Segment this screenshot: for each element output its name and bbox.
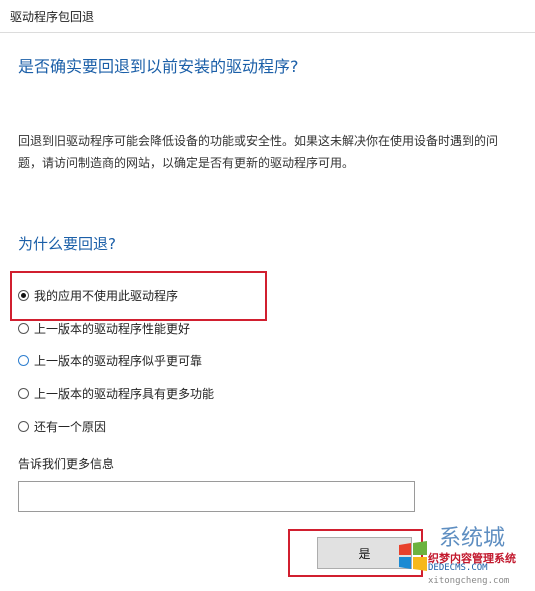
reason-option-label: 还有一个原因: [34, 419, 107, 434]
radio-icon[interactable]: [18, 420, 29, 432]
watermark-line3: xitongcheng.com: [428, 576, 510, 586]
reason-option-2[interactable]: 上一版本的驱动程序性能更好: [18, 318, 190, 338]
reasons-heading: 为什么要回退?: [18, 235, 116, 253]
description-text: 回退到旧驱动程序可能会降低设备的功能或安全性。如果这未解决你在使用设备时遇到的问…: [18, 134, 499, 170]
more-info-input[interactable]: [18, 481, 415, 512]
reason-option-label: 上一版本的驱动程序具有更多功能: [34, 386, 215, 401]
svg-text:系统城: 系统城: [439, 525, 505, 550]
reason-option-4[interactable]: 上一版本的驱动程序具有更多功能: [18, 383, 214, 403]
watermark-line2: DEDECMS.COM: [428, 563, 488, 573]
window-title: 驱动程序包回退: [10, 10, 95, 24]
reason-option-3[interactable]: 上一版本的驱动程序似乎更可靠: [18, 350, 202, 370]
highlight-box-option: [10, 271, 267, 321]
radio-icon[interactable]: [18, 354, 29, 366]
reason-option-label: 上一版本的驱动程序似乎更可靠: [34, 353, 203, 368]
main-heading: 是否确实要回退到以前安装的驱动程序?: [18, 57, 299, 76]
title-bar: 驱动程序包回退: [0, 0, 535, 33]
reason-option-label: 上一版本的驱动程序性能更好: [34, 321, 191, 336]
reason-option-5[interactable]: 还有一个原因: [18, 416, 106, 436]
radio-icon[interactable]: [18, 322, 29, 334]
more-info-label: 告诉我们更多信息: [18, 457, 115, 471]
radio-icon[interactable]: [18, 387, 29, 399]
